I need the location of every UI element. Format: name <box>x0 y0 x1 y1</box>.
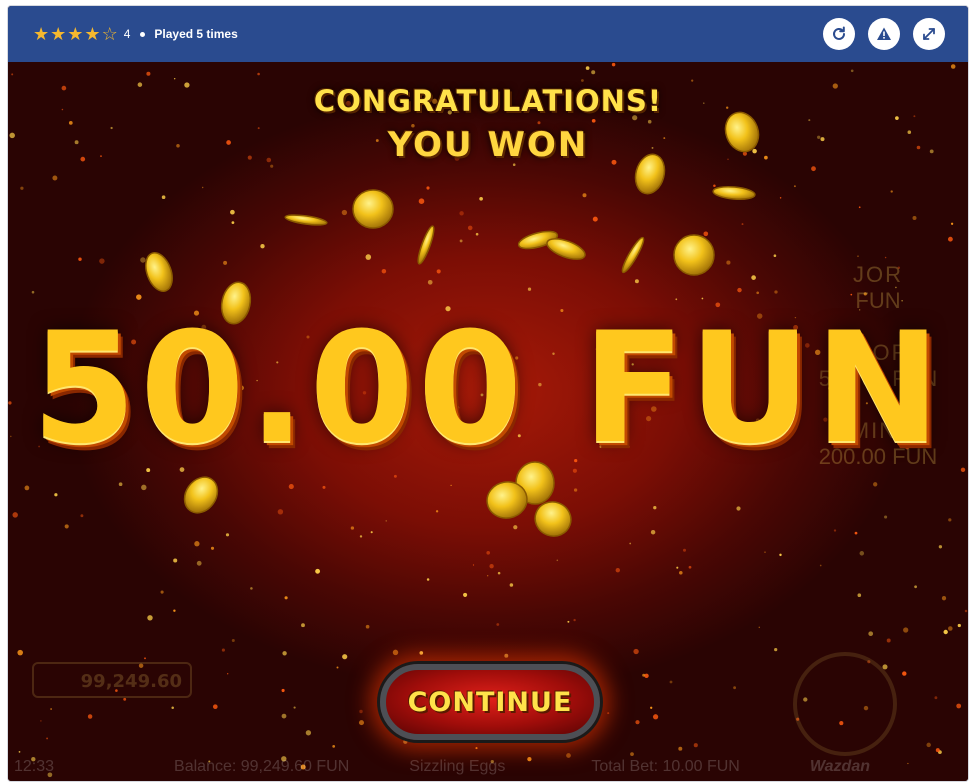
fullscreen-button[interactable] <box>913 18 945 50</box>
gold-coin <box>417 225 435 265</box>
play-count: Played 5 times <box>154 27 238 41</box>
game-header-bar: ★ ★ ★ ★ ☆ 4 Played 5 times <box>8 6 968 62</box>
gold-coin <box>284 214 328 226</box>
continue-button[interactable]: CONTINUE <box>380 664 600 740</box>
refresh-button[interactable] <box>823 18 855 50</box>
separator-dot <box>140 31 146 37</box>
refresh-icon <box>833 26 845 40</box>
gold-coin <box>145 252 173 292</box>
game-window: ★ ★ ★ ★ ☆ 4 Played 5 times 99,249.60 JOR… <box>7 5 969 782</box>
you-won-heading: YOU WON <box>387 125 589 165</box>
gold-coin <box>546 238 586 260</box>
win-amount: 50.00 FUN <box>31 300 945 478</box>
star-filled-icon[interactable]: ★ <box>33 25 49 43</box>
congratulations-heading: CONGRATULATIONS! <box>313 84 663 118</box>
continue-button-frame: CONTINUE <box>376 658 606 748</box>
gold-coin <box>673 234 715 276</box>
star-filled-icon[interactable]: ★ <box>50 25 66 43</box>
report-icon <box>877 27 891 40</box>
continue-label: CONTINUE <box>407 686 573 718</box>
rating-value: 4 <box>123 27 131 41</box>
star-filled-icon[interactable]: ★ <box>84 25 100 43</box>
report-button[interactable] <box>868 18 900 50</box>
gold-coin <box>183 476 219 514</box>
gold-coin <box>712 185 756 201</box>
fullscreen-icon <box>923 28 935 40</box>
star-filled-icon[interactable]: ★ <box>67 25 83 43</box>
gold-coin <box>621 236 645 274</box>
rating-stars[interactable]: ★ ★ ★ ★ ☆ <box>33 25 119 43</box>
star-empty-icon[interactable]: ☆ <box>102 25 118 43</box>
gold-coin <box>352 189 394 229</box>
game-canvas[interactable]: 99,249.60 JOR FUN INOR 500.00 FUN MINI 2… <box>8 62 968 781</box>
